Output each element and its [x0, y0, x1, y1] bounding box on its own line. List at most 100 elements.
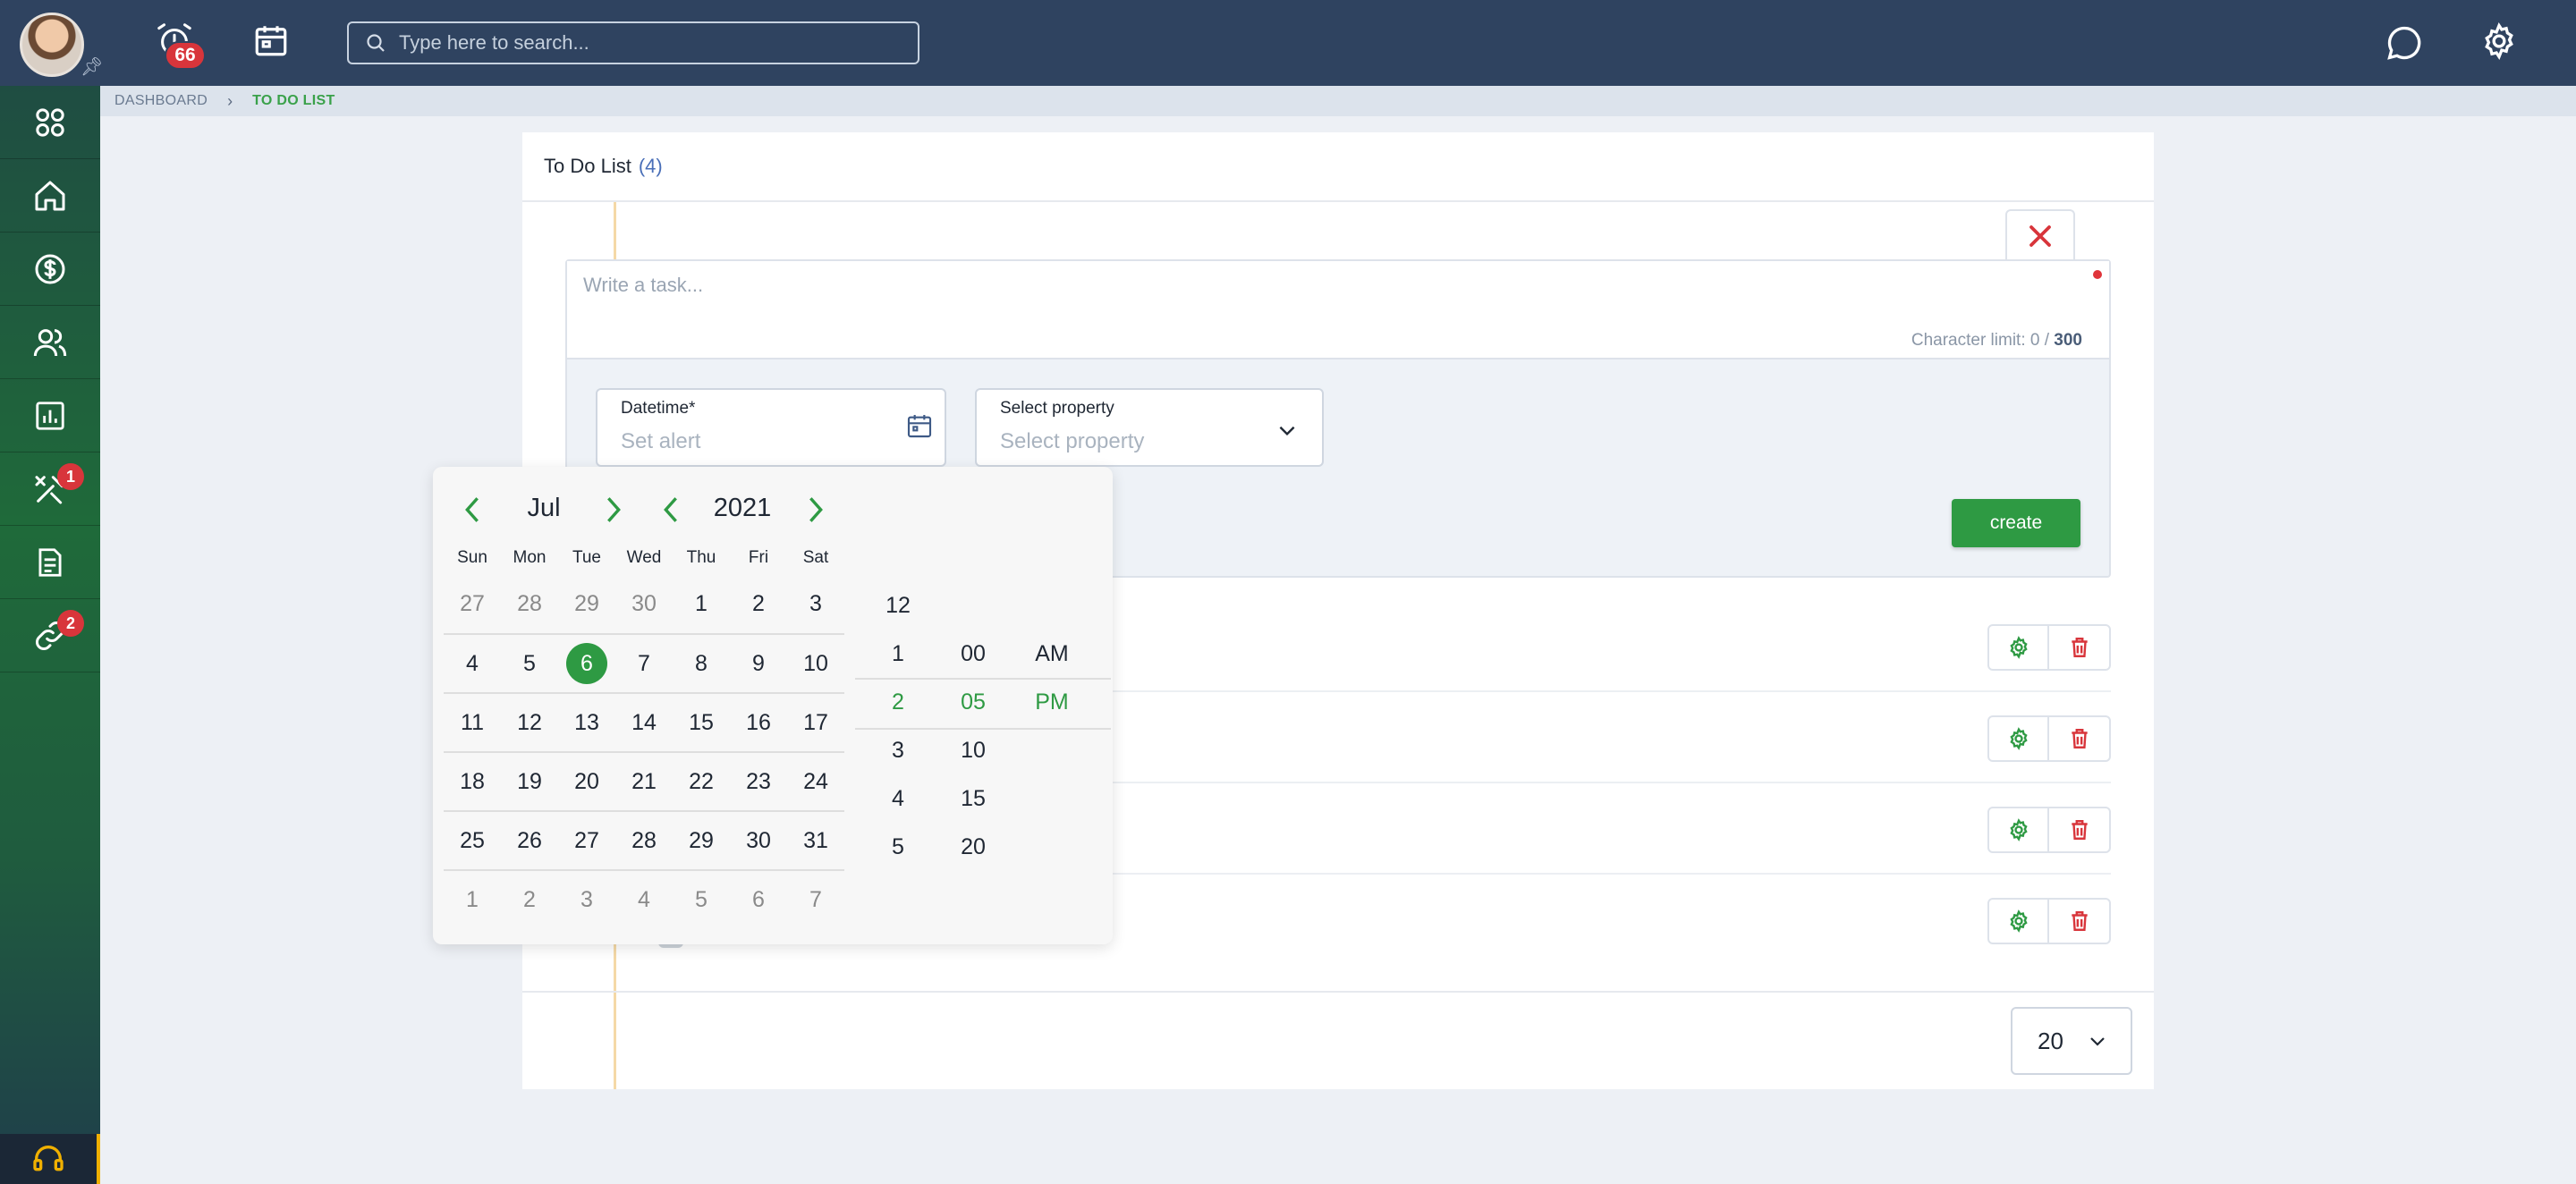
sidebar-item-users[interactable]	[0, 306, 100, 379]
calendar-day[interactable]: 28	[615, 819, 673, 862]
row-delete-button[interactable]	[2049, 900, 2109, 943]
calendar-day[interactable]: 19	[501, 760, 558, 803]
row-settings-button[interactable]	[1989, 717, 2049, 760]
calendar-day[interactable]: 16	[730, 701, 787, 744]
calendar-day[interactable]: 7	[787, 878, 844, 921]
trash-icon	[2071, 911, 2088, 931]
sidebar-item-documents[interactable]	[0, 526, 100, 599]
calendar-day[interactable]: 30	[730, 819, 787, 862]
calendar-day[interactable]: 26	[501, 819, 558, 862]
sidebar-item-links[interactable]: 2	[0, 599, 100, 672]
prev-year-button[interactable]	[657, 492, 685, 528]
ampm-option[interactable]: AM	[1011, 630, 1093, 678]
calendar-day[interactable]: 13	[558, 701, 615, 744]
search-input[interactable]	[399, 31, 900, 55]
char-limit: Character limit: 0 / 300	[1911, 331, 2082, 351]
calendar-day[interactable]: 21	[615, 760, 673, 803]
calendar-day[interactable]: 2	[730, 582, 787, 625]
calendar-day[interactable]: 7	[615, 642, 673, 685]
calendar-day[interactable]: 29	[673, 819, 730, 862]
sidebar-item-apps[interactable]	[0, 86, 100, 159]
calendar-day[interactable]: 2	[501, 878, 558, 921]
search-box	[347, 21, 919, 64]
calendar-day[interactable]: 5	[501, 642, 558, 685]
breadcrumb-dashboard[interactable]: DASHBOARD	[114, 93, 208, 109]
calendar-day[interactable]: 8	[673, 642, 730, 685]
calendar-day[interactable]: 1	[444, 878, 501, 921]
sidebar-item-finance[interactable]	[0, 233, 100, 306]
calendar-day[interactable]: 27	[444, 582, 501, 625]
calendar-day[interactable]: 4	[615, 878, 673, 921]
minute-option-selected[interactable]: 05	[932, 678, 1014, 726]
chevron-down-icon	[1279, 426, 1295, 436]
calendar-day[interactable]: 6	[730, 878, 787, 921]
calendar-day[interactable]: 3	[558, 878, 615, 921]
minute-option[interactable]: 20	[932, 823, 1014, 871]
sidebar-item-home[interactable]	[0, 159, 100, 233]
hour-option[interactable]: 12	[857, 581, 939, 630]
calendar-day[interactable]: 9	[730, 642, 787, 685]
calendar-day[interactable]: 27	[558, 819, 615, 862]
calendar-day[interactable]: 5	[673, 878, 730, 921]
calendar-day[interactable]: 1	[673, 582, 730, 625]
calendar-day[interactable]: 10	[787, 642, 844, 685]
sidebar: 1 2	[0, 86, 100, 1184]
row-settings-button[interactable]	[1989, 626, 2049, 669]
page-size-select[interactable]: 20	[2011, 1007, 2132, 1075]
required-indicator	[2093, 270, 2102, 279]
row-settings-button[interactable]	[1989, 808, 2049, 851]
calendar-day[interactable]: 17	[787, 701, 844, 744]
hour-option[interactable]: 5	[857, 823, 939, 871]
calendar-day[interactable]: 20	[558, 760, 615, 803]
calendar-day[interactable]: 29	[558, 582, 615, 625]
datetime-field[interactable]: Datetime* Set alert	[596, 388, 946, 467]
sidebar-item-reports[interactable]	[0, 379, 100, 452]
apps-grid-icon	[36, 107, 64, 137]
settings-button[interactable]	[2479, 21, 2521, 63]
support-button[interactable]	[0, 1134, 100, 1184]
minute-option[interactable]: 15	[932, 774, 1014, 823]
next-year-button[interactable]	[801, 492, 830, 528]
property-select[interactable]: Select property Select property	[975, 388, 1324, 467]
calendar-day[interactable]: 4	[444, 642, 501, 685]
calendar-day[interactable]: 28	[501, 582, 558, 625]
calendar-icon	[255, 26, 287, 56]
task-input[interactable]	[583, 274, 2050, 327]
hour-option[interactable]: 3	[857, 726, 939, 774]
top-bar: 📌︎ 66	[0, 0, 2576, 86]
calendar-day[interactable]: 22	[673, 760, 730, 803]
user-avatar[interactable]	[20, 13, 84, 77]
row-delete-button[interactable]	[2049, 626, 2109, 669]
calendar-day[interactable]: 3	[787, 582, 844, 625]
calendar-day[interactable]: 11	[444, 701, 501, 744]
calendar-day[interactable]: 24	[787, 760, 844, 803]
calendar-day[interactable]: 31	[787, 819, 844, 862]
create-button[interactable]: create	[1952, 499, 2080, 547]
minute-option[interactable]: 00	[932, 630, 1014, 678]
calendar-day[interactable]: 23	[730, 760, 787, 803]
datetime-label: Datetime*	[621, 399, 696, 418]
hour-option[interactable]: 4	[857, 774, 939, 823]
close-form-button[interactable]	[2005, 209, 2075, 261]
property-label: Select property	[1000, 399, 1114, 418]
row-delete-button[interactable]	[2049, 717, 2109, 760]
chat-button[interactable]	[2385, 23, 2424, 63]
prev-month-button[interactable]	[458, 492, 487, 528]
sidebar-item-tools[interactable]: 1	[0, 452, 100, 526]
row-delete-button[interactable]	[2049, 808, 2109, 851]
minute-option[interactable]: 10	[932, 726, 1014, 774]
calendar-day[interactable]: 15	[673, 701, 730, 744]
calendar-day[interactable]: 30	[615, 582, 673, 625]
calendar-day[interactable]: 14	[615, 701, 673, 744]
calendar-button[interactable]	[252, 21, 290, 61]
ampm-option-selected[interactable]: PM	[1011, 678, 1093, 726]
calendar-day-selected[interactable]: 6	[558, 642, 615, 685]
calendar-day[interactable]: 18	[444, 760, 501, 803]
calendar-day[interactable]: 12	[501, 701, 558, 744]
calendar-day[interactable]: 25	[444, 819, 501, 862]
next-month-button[interactable]	[599, 492, 628, 528]
calendar-icon[interactable]	[905, 411, 934, 440]
hour-option-selected[interactable]: 2	[857, 678, 939, 726]
hour-option[interactable]: 1	[857, 630, 939, 678]
row-settings-button[interactable]	[1989, 900, 2049, 943]
